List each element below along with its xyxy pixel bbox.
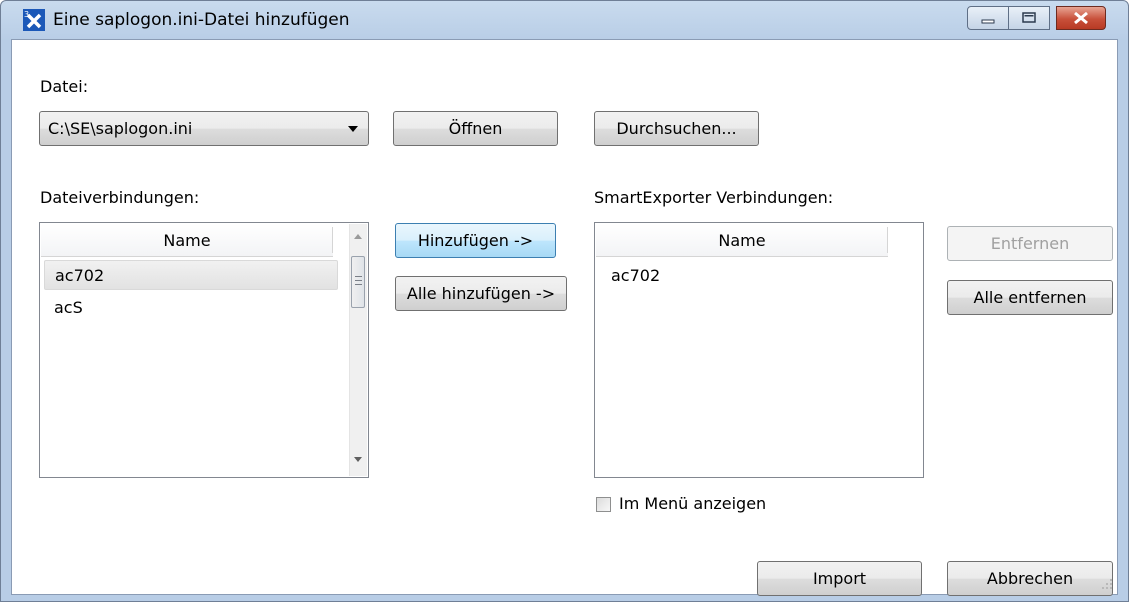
- show-in-menu-label[interactable]: Im Menü anzeigen: [619, 494, 766, 513]
- browse-button[interactable]: Durchsuchen...: [594, 111, 759, 146]
- scroll-thumb[interactable]: [351, 256, 365, 308]
- list-item[interactable]: ac702: [44, 260, 338, 290]
- import-button[interactable]: Import: [757, 561, 922, 596]
- remove-all-button[interactable]: Alle entfernen: [947, 280, 1113, 315]
- chevron-down-icon: [348, 126, 358, 132]
- smartexporter-connections-label: SmartExporter Verbindungen:: [594, 188, 834, 207]
- minimize-icon: [981, 19, 995, 24]
- title-bar[interactable]: 3 Eine saplogon.ini-Datei hinzufügen: [1, 1, 1128, 39]
- file-combobox[interactable]: C:\SE\saplogon.ini: [39, 111, 369, 146]
- svg-text:3: 3: [24, 10, 29, 19]
- smartexporter-connections-list[interactable]: Name ac702: [594, 222, 924, 478]
- dialog-content: Datei: C:\SE\saplogon.ini Öffnen Durchsu…: [11, 39, 1118, 596]
- window-title: Eine saplogon.ini-Datei hinzufügen: [53, 10, 350, 30]
- show-in-menu-checkbox[interactable]: [596, 497, 611, 512]
- file-combobox-value: C:\SE\saplogon.ini: [48, 119, 193, 138]
- app-logo-icon: 3: [23, 9, 45, 31]
- list-item[interactable]: acS: [44, 292, 338, 322]
- resize-grip-icon[interactable]: [1099, 576, 1113, 590]
- maximize-icon: [1022, 12, 1036, 23]
- close-icon: [1074, 11, 1088, 25]
- close-button[interactable]: [1056, 6, 1106, 30]
- add-button[interactable]: Hinzufügen ->: [395, 223, 556, 258]
- minimize-button[interactable]: [967, 6, 1009, 30]
- file-connections-column-header[interactable]: Name: [41, 224, 333, 257]
- file-connections-scrollbar[interactable]: [349, 224, 367, 476]
- dialog-window: 3 Eine saplogon.ini-Datei hinzufügen Dat…: [0, 0, 1129, 602]
- file-connections-list[interactable]: Name ac702 acS: [39, 222, 369, 478]
- smartexporter-connections-column-header[interactable]: Name: [596, 224, 888, 257]
- scroll-down-icon[interactable]: [354, 457, 362, 462]
- column-separator: [332, 227, 333, 253]
- maximize-button[interactable]: [1008, 6, 1050, 30]
- cancel-button[interactable]: Abbrechen: [947, 561, 1113, 596]
- add-all-button[interactable]: Alle hinzufügen ->: [395, 276, 567, 311]
- list-item[interactable]: ac702: [599, 260, 893, 290]
- open-button[interactable]: Öffnen: [393, 111, 558, 146]
- file-connections-label: Dateiverbindungen:: [40, 188, 200, 207]
- remove-button[interactable]: Entfernen: [947, 226, 1113, 261]
- file-label: Datei:: [40, 77, 89, 96]
- scroll-up-icon[interactable]: [354, 234, 362, 239]
- column-separator: [887, 227, 888, 253]
